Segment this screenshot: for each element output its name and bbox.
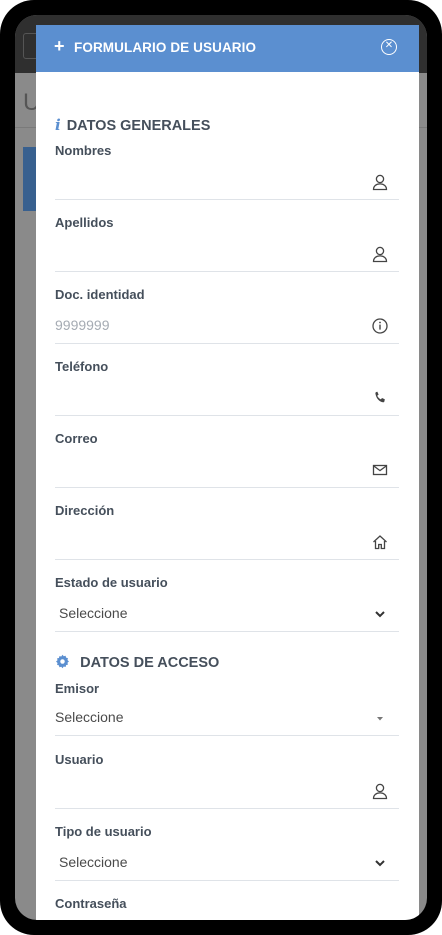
field-apellidos: Apellidos bbox=[55, 215, 399, 272]
modal-title: FORMULARIO DE USUARIO bbox=[74, 40, 257, 55]
user-icon bbox=[371, 245, 389, 263]
chevron-down-icon bbox=[371, 854, 389, 872]
apellidos-label: Apellidos bbox=[55, 215, 114, 230]
field-contrasena: Contraseña bbox=[55, 896, 399, 920]
field-usuario: Usuario bbox=[55, 752, 399, 809]
estado-usuario-label: Estado de usuario bbox=[55, 575, 168, 590]
caret-down-icon bbox=[371, 709, 389, 727]
estado-usuario-select[interactable]: Seleccione bbox=[55, 597, 399, 632]
emisor-select[interactable]: Seleccione bbox=[55, 701, 399, 736]
direccion-label: Dirección bbox=[55, 503, 115, 518]
telefono-input[interactable] bbox=[55, 385, 355, 409]
tipo-usuario-selected: Seleccione bbox=[59, 854, 128, 870]
correo-label: Correo bbox=[55, 431, 98, 446]
gear-icon bbox=[55, 654, 74, 671]
user-icon bbox=[371, 782, 389, 800]
nombres-input[interactable] bbox=[55, 169, 355, 193]
info-circle-icon bbox=[371, 317, 389, 335]
user-icon bbox=[371, 173, 389, 191]
emisor-selected: Seleccione bbox=[55, 709, 124, 725]
section-title-general: DATOS GENERALES bbox=[66, 118, 211, 134]
doc-identidad-input[interactable] bbox=[55, 313, 355, 337]
nombres-label: Nombres bbox=[55, 143, 112, 158]
home-icon bbox=[371, 533, 389, 551]
correo-input[interactable] bbox=[55, 457, 355, 481]
phone-icon bbox=[371, 389, 389, 407]
usuario-input[interactable] bbox=[55, 778, 355, 802]
telefono-label: Teléfono bbox=[55, 359, 109, 374]
section-title-access: DATOS DE ACCESO bbox=[80, 655, 220, 671]
apellidos-input[interactable] bbox=[55, 241, 355, 265]
tipo-usuario-label: Tipo de usuario bbox=[55, 824, 152, 839]
device-frame: U + FORMULARIO DE USUARIO ✕ i DATOS GENER… bbox=[0, 0, 442, 935]
user-form-modal: + FORMULARIO DE USUARIO ✕ i DATOS GENERAL… bbox=[36, 25, 419, 920]
emisor-label: Emisor bbox=[55, 681, 100, 696]
field-nombres: Nombres bbox=[55, 143, 399, 200]
modal-header: + FORMULARIO DE USUARIO ✕ bbox=[36, 25, 419, 72]
section-datos-acceso: DATOS DE ACCESO bbox=[55, 654, 219, 671]
direccion-input[interactable] bbox=[55, 529, 355, 553]
field-direccion: Dirección bbox=[55, 503, 399, 560]
envelope-icon bbox=[371, 461, 389, 479]
field-correo: Correo bbox=[55, 431, 399, 488]
chevron-down-icon bbox=[371, 605, 389, 623]
screen: U + FORMULARIO DE USUARIO ✕ i DATOS GENER… bbox=[15, 15, 427, 920]
contrasena-label: Contraseña bbox=[55, 896, 127, 911]
info-icon: i bbox=[55, 116, 61, 134]
close-icon[interactable]: ✕ bbox=[381, 39, 397, 55]
tipo-usuario-select[interactable]: Seleccione bbox=[55, 846, 399, 881]
section-datos-generales: i DATOS GENERALES bbox=[55, 116, 210, 134]
field-tipo-usuario: Tipo de usuario Seleccione bbox=[55, 824, 399, 881]
plus-icon: + bbox=[54, 36, 65, 56]
field-telefono: Teléfono bbox=[55, 359, 399, 416]
usuario-label: Usuario bbox=[55, 752, 104, 767]
estado-usuario-selected: Seleccione bbox=[59, 605, 128, 621]
doc-identidad-label: Doc. identidad bbox=[55, 287, 145, 302]
field-estado-usuario: Estado de usuario Seleccione bbox=[55, 575, 399, 632]
field-doc-identidad: Doc. identidad bbox=[55, 287, 399, 344]
field-emisor: Emisor Seleccione bbox=[55, 681, 399, 736]
